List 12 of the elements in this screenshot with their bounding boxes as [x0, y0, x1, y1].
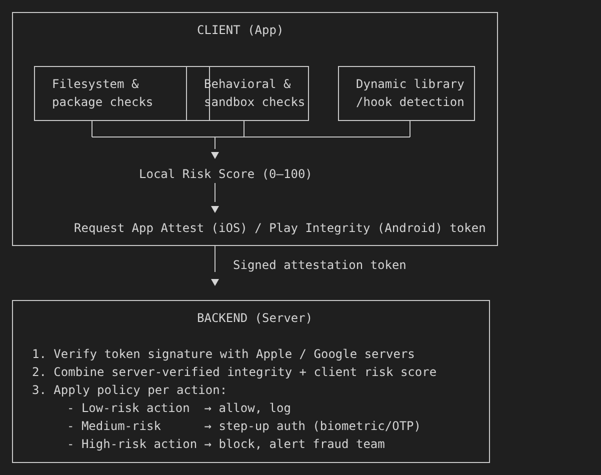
check-node: Dynamic library /hook detection [338, 66, 475, 121]
risk-score-label: Local Risk Score (0–100) [139, 166, 312, 183]
token-label: Signed attestation token [233, 257, 406, 274]
attestation-request-label: Request App Attest (iOS) / Play Integrity (Android) token [74, 220, 486, 237]
policy-text: - Medium-risk → step-up auth (biometric/OTP) [67, 418, 422, 435]
client-title: CLIENT (App) [197, 22, 284, 39]
step-text: 1. Verify token signature with Apple / Google servers [32, 346, 415, 363]
policy-text: - Low-risk action → allow, log [67, 400, 291, 417]
policy-text: - High-risk action → block, alert fraud team [67, 436, 385, 453]
step-text: 2. Combine server-verified integrity + client risk score [32, 364, 437, 381]
backend-title: BACKEND (Server) [197, 310, 313, 327]
step-text: 3. Apply policy per action: [32, 382, 228, 399]
